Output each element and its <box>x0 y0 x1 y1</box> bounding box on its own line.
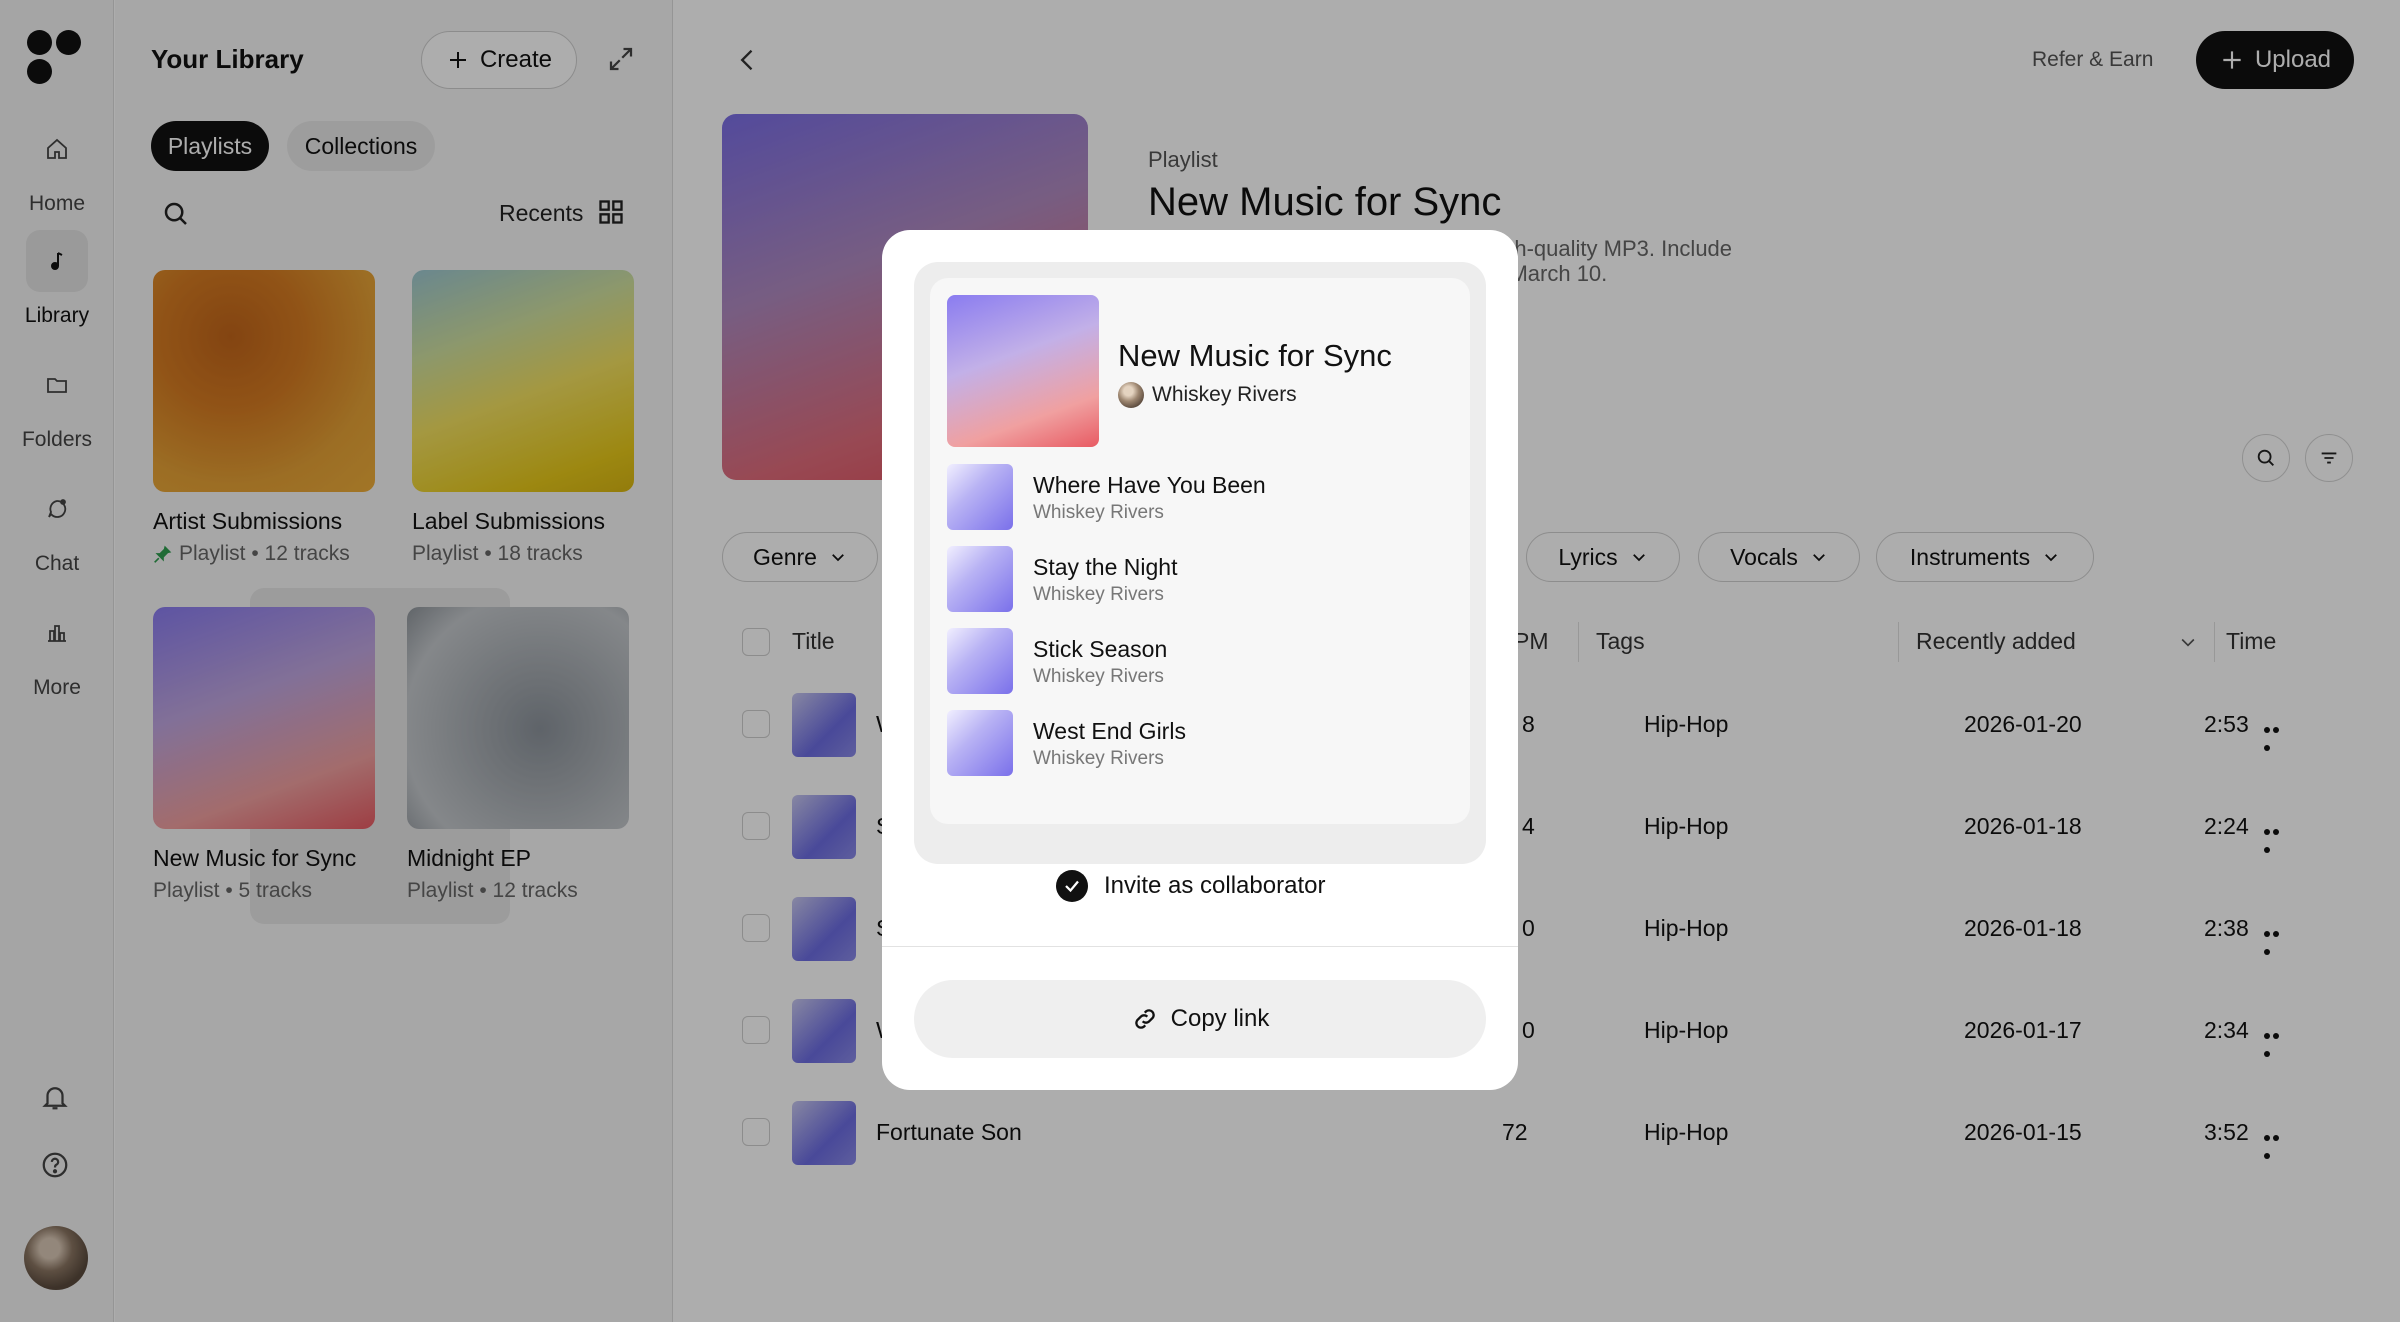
track-name: Where Have You Been <box>1033 472 1266 498</box>
modal-divider <box>882 946 1518 947</box>
preview-owner: Whiskey Rivers <box>1118 382 1297 408</box>
share-modal: New Music for Sync Whiskey Rivers Where … <box>882 230 1518 1090</box>
owner-name: Whiskey Rivers <box>1152 383 1297 406</box>
copy-link-label: Copy link <box>1170 1005 1270 1032</box>
preview-track: Where Have You Been Whiskey Rivers <box>947 464 1447 530</box>
track-artist: Whiskey Rivers <box>1033 666 1164 687</box>
track-artist: Whiskey Rivers <box>1033 502 1164 523</box>
preview-artwork <box>947 295 1099 447</box>
track-name: Stay the Night <box>1033 554 1178 580</box>
invite-label: Invite as collaborator <box>1104 872 1326 899</box>
track-artwork <box>947 546 1013 612</box>
track-artist: Whiskey Rivers <box>1033 584 1164 605</box>
preview-title: New Music for Sync <box>1118 338 1392 373</box>
owner-avatar <box>1118 382 1144 408</box>
track-artwork <box>947 464 1013 530</box>
track-artist: Whiskey Rivers <box>1033 748 1164 769</box>
track-name: Stick Season <box>1033 636 1168 662</box>
invite-collaborator-toggle[interactable]: Invite as collaborator <box>1056 866 1325 906</box>
preview-track: Stay the Night Whiskey Rivers <box>947 546 1447 612</box>
track-artwork <box>947 628 1013 694</box>
preview-track: Stick Season Whiskey Rivers <box>947 628 1447 694</box>
playlist-preview-card: New Music for Sync Whiskey Rivers Where … <box>914 262 1486 864</box>
link-icon <box>1134 1009 1155 1029</box>
preview-track: West End Girls Whiskey Rivers <box>947 710 1447 776</box>
track-name: West End Girls <box>1033 718 1186 744</box>
copy-link-button[interactable]: Copy link <box>914 980 1486 1058</box>
checkmark-icon[interactable] <box>1056 870 1088 902</box>
playlist-preview-inner: New Music for Sync Whiskey Rivers Where … <box>930 278 1470 824</box>
track-artwork <box>947 710 1013 776</box>
